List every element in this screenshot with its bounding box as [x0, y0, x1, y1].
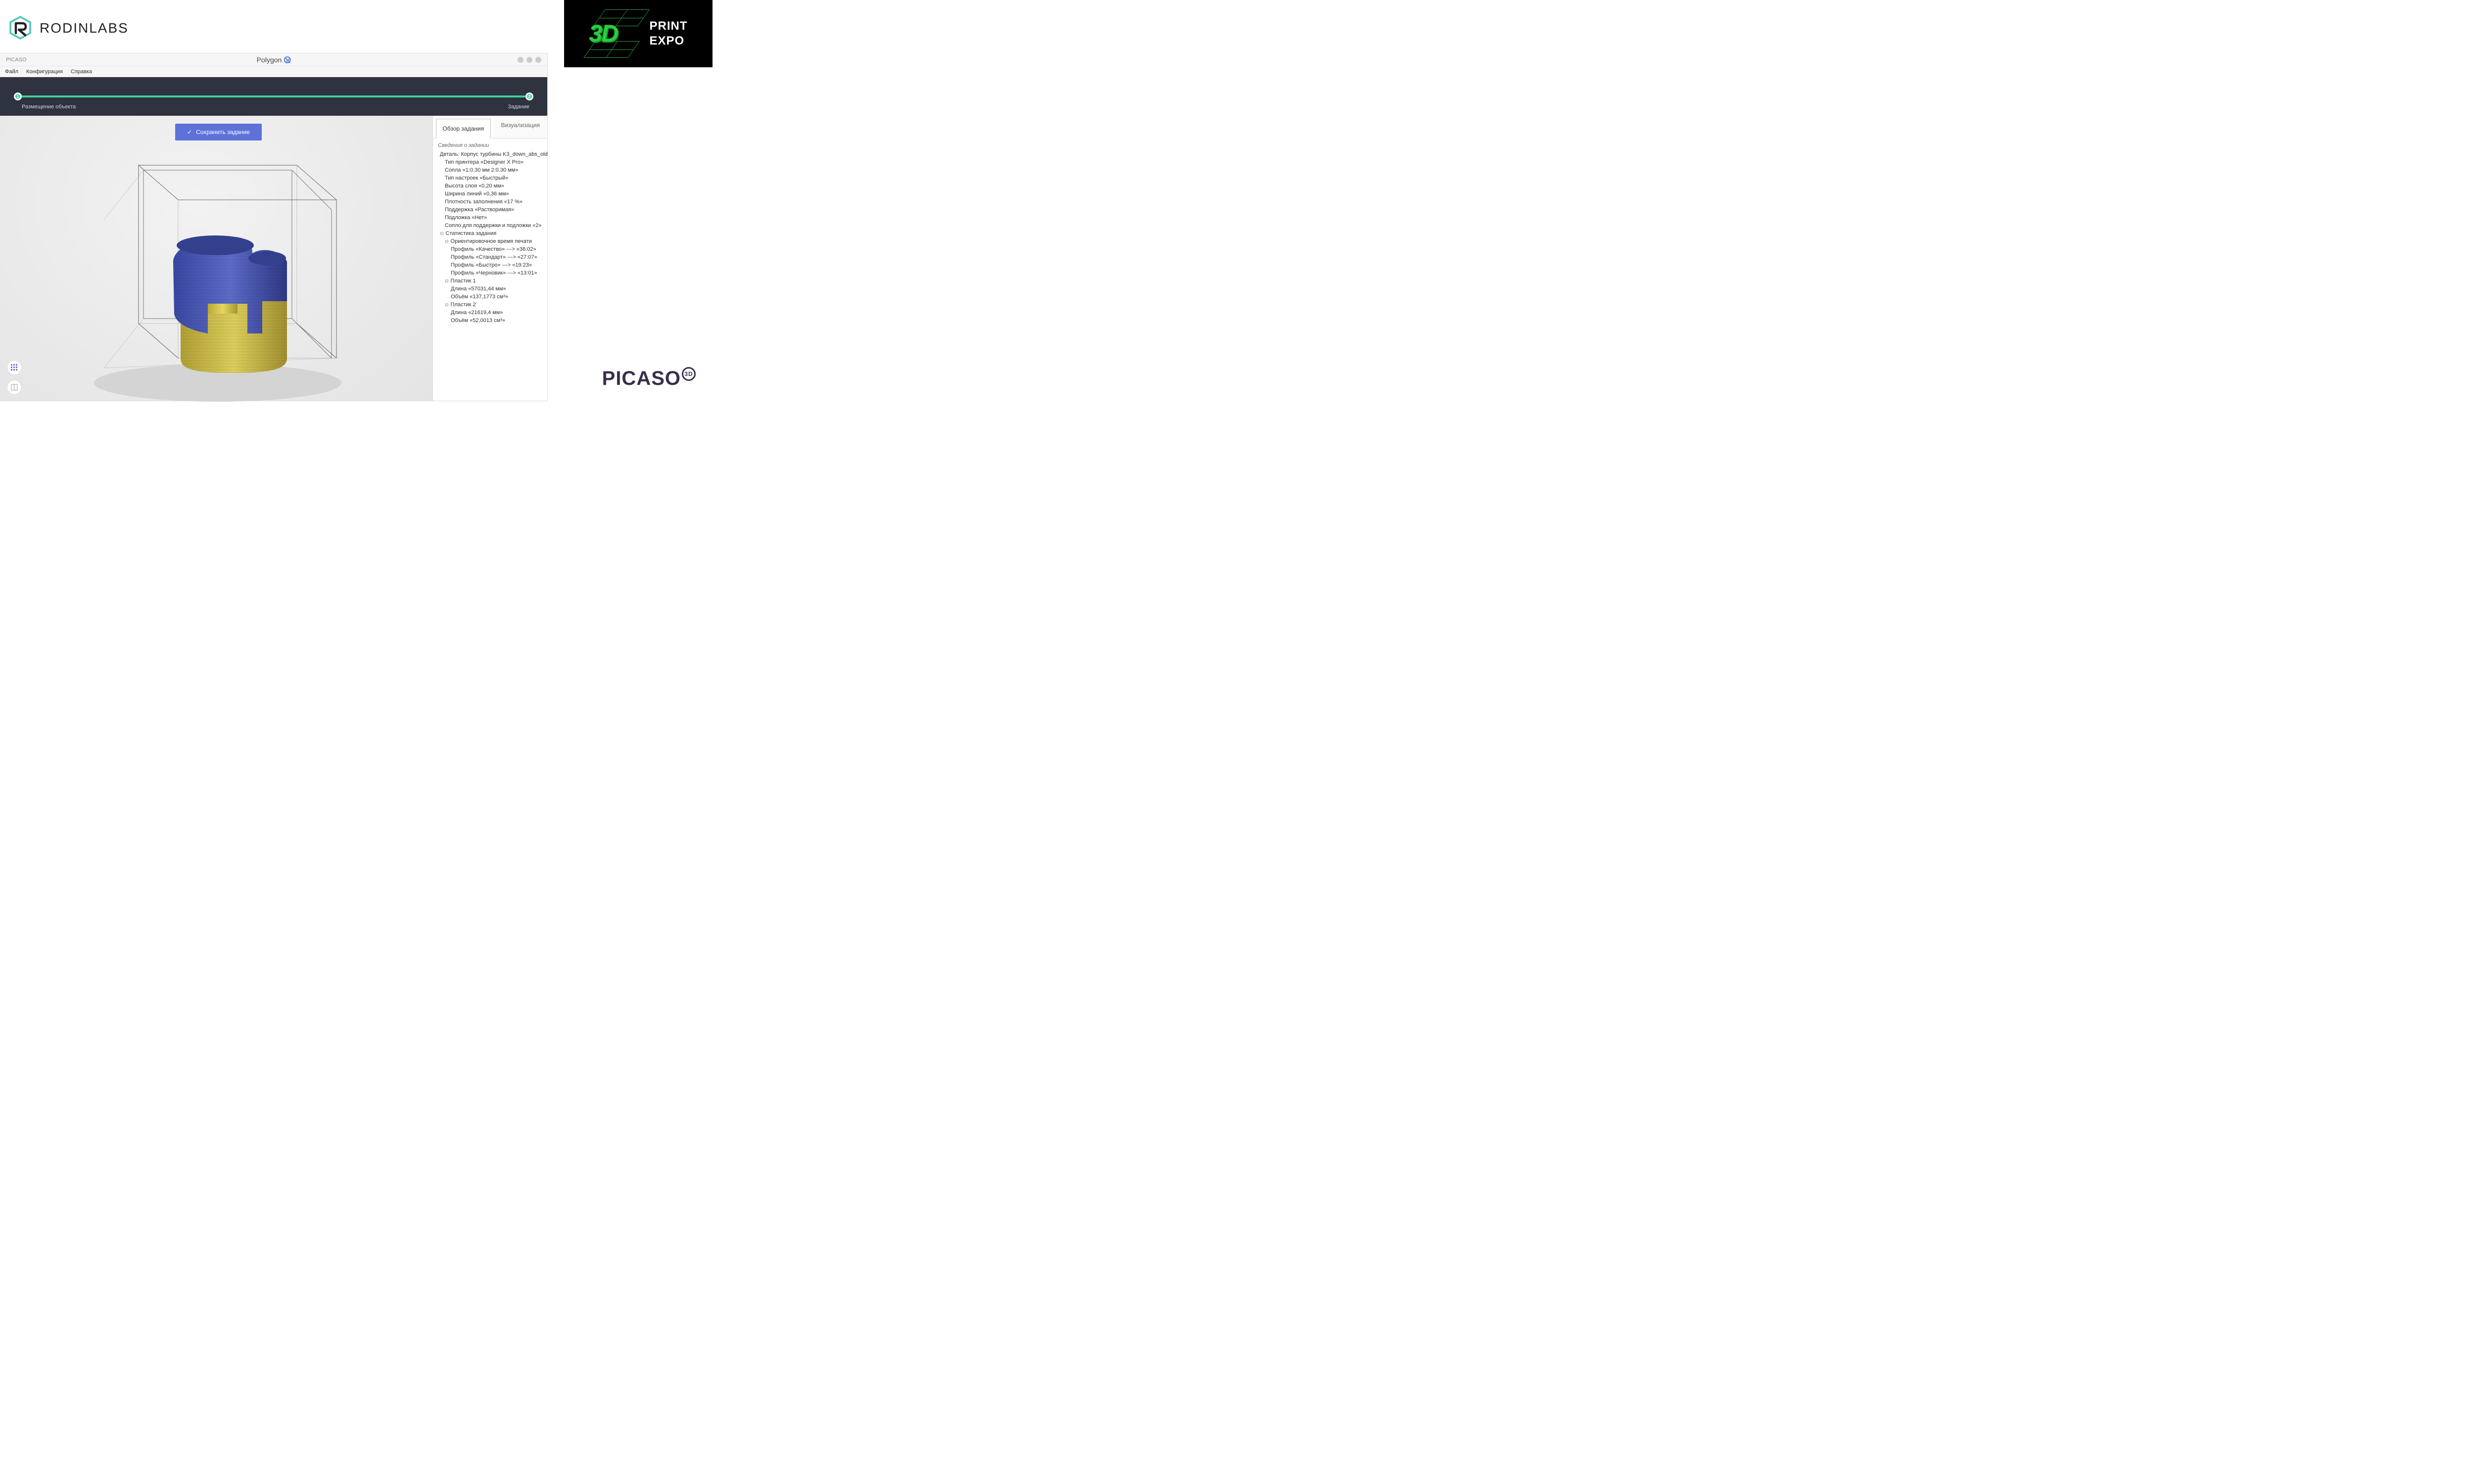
print-expo-text: PRINT EXPO [650, 19, 688, 48]
progress-step-2[interactable]: 2 [525, 93, 533, 100]
rodinlabs-logo: RODINLABS [8, 16, 129, 41]
tab-visualization[interactable]: Визуализация [494, 116, 548, 138]
menu-configuration[interactable]: Конфигурация [26, 69, 63, 75]
print-expo-3d-icon: 3D [589, 11, 644, 56]
detail-nozzles: Сопла «1:0.30 мм 2:0.30 мм» [437, 166, 543, 174]
detail-part: Деталь: Корпус турбины K3_down_abs_old.p… [437, 150, 543, 158]
rodinlabs-mark-icon [8, 16, 33, 41]
titlebar-title: Polygon [257, 56, 291, 64]
job-details: Деталь: Корпус турбины K3_down_abs_old.p… [433, 150, 547, 329]
grid-tool-icon[interactable] [7, 360, 22, 375]
window-controls [518, 57, 541, 63]
detail-plastic1-length: Длина «57031,44 мм» [437, 285, 543, 293]
progress-label-1: Размещение объекта [22, 104, 76, 110]
progress-label-2: Задание [508, 104, 529, 110]
menu-help[interactable]: Справка [71, 69, 92, 75]
window-maximize-icon[interactable] [526, 57, 532, 63]
window-close-icon[interactable] [535, 57, 541, 63]
menu-file[interactable]: Файл [5, 69, 18, 75]
picaso3d-badge: 3D [682, 367, 696, 381]
detail-support: Поддержка «Растворимая» [437, 206, 543, 214]
scene-3d [84, 136, 341, 403]
detail-profile-standard: Профиль «Стандарт» ---> «27:07» [437, 253, 543, 261]
detail-raft: Подложка «Нет» [437, 214, 543, 222]
detail-plastic2-volume: Объём «52,0013 см³» [437, 317, 543, 325]
progress-step-1[interactable]: 1 [14, 93, 22, 100]
viewport-3d[interactable]: Сохранить задание [0, 116, 432, 401]
check-icon [187, 129, 192, 136]
polygonx-icon [284, 56, 290, 63]
detail-settings-type: Тип настроек «Быстрый» [437, 174, 543, 182]
print-expo-banner: 3D PRINT EXPO [564, 0, 713, 67]
menubar: Файл Конфигурация Справка [0, 66, 547, 77]
detail-profile-quality: Профиль «Качество» ---> «38:02» [437, 245, 543, 253]
detail-plastic2-header[interactable]: Пластик 2 [437, 301, 543, 309]
detail-profile-fast: Профиль «Быстро» ---> «19:23» [437, 261, 543, 269]
picaso3d-logo: PICASO 3D [602, 368, 696, 390]
titlebar: PICASO Polygon [0, 53, 547, 66]
detail-printer-type: Тип принтера «Designer X Pro» [437, 158, 543, 166]
detail-profile-draft: Профиль «Черновик» ---> «13:01» [437, 269, 543, 277]
detail-stats-header[interactable]: Статистика задания [437, 230, 543, 237]
detail-layer-height: Высота слоя «0,20 мм» [437, 182, 543, 190]
detail-plastic2-length: Длина «21619,4 мм» [437, 309, 543, 317]
left-toolbar [7, 360, 22, 395]
workspace: Сохранить задание [0, 116, 547, 401]
detail-infill: Плотность заполнения «17 %» [437, 198, 543, 206]
book-tool-icon[interactable] [7, 380, 22, 395]
tab-overview[interactable]: Обзор задания [436, 119, 491, 139]
wizard-progress: 1 2 Размещение объекта Задание [0, 77, 547, 116]
rodinlabs-text: RODINLABS [40, 20, 129, 36]
detail-plastic1-header[interactable]: Пластик 1 [437, 277, 543, 285]
right-panel-tabs: Обзор задания Визуализация [433, 116, 547, 139]
right-panel: Обзор задания Визуализация Сведения о за… [432, 116, 547, 401]
detail-line-width: Ширина линий «0,36 мм» [437, 190, 543, 198]
window-minimize-icon[interactable] [518, 57, 523, 63]
detail-support-nozzle: Сопло для поддержки и подложки «2» [437, 222, 543, 230]
section-title: Сведения о задании [433, 139, 547, 150]
detail-plastic1-volume: Объём «137,1773 см³» [437, 293, 543, 301]
app-window: PICASO Polygon Файл Конфигурация Справка… [0, 53, 547, 401]
detail-time-header[interactable]: Ориентировочное время печати [437, 237, 543, 245]
